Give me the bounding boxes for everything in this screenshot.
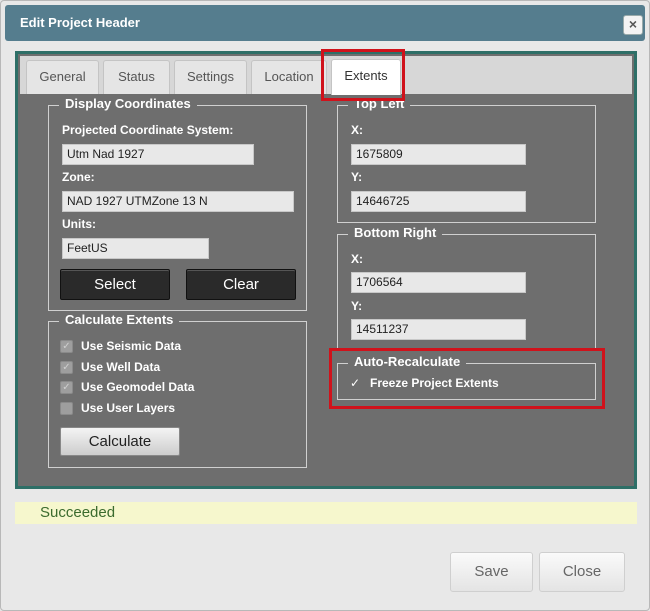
tab-panel: General Status Settings Location Extents… [15,51,637,489]
bottom-right-group: Bottom Right X: 1706564 Y: 14511237 [337,225,596,350]
top-left-y-field[interactable]: 14646725 [351,191,526,212]
use-seismic-data-checkbox[interactable]: ✓ [60,340,73,353]
use-geomodel-data-label: Use Geomodel Data [81,380,195,394]
zone-label: Zone: [62,170,95,184]
zone-field[interactable]: NAD 1927 UTMZone 13 N [62,191,294,212]
tab-location[interactable]: Location [251,60,327,94]
top-left-y-label: Y: [351,170,363,184]
bottom-right-y-label: Y: [351,299,363,313]
status-bar: Succeeded [15,502,637,524]
calculate-button[interactable]: Calculate [60,427,180,456]
use-geomodel-data-checkbox[interactable]: ✓ [60,381,73,394]
dialog-titlebar[interactable]: Edit Project Header × [5,5,645,41]
dialog-title: Edit Project Header [20,15,140,30]
bottom-right-x-label: X: [351,252,363,266]
bottom-right-y-field[interactable]: 14511237 [351,319,526,340]
close-icon[interactable]: × [623,15,643,35]
use-well-data-label: Use Well Data [81,360,161,374]
tab-general[interactable]: General [26,60,99,94]
tab-status[interactable]: Status [103,60,170,94]
display-coordinates-group: Display Coordinates Projected Coordinate… [48,96,307,311]
close-button[interactable]: Close [539,552,625,592]
calculate-extents-legend: Calculate Extents [59,312,180,327]
bottom-right-x-field[interactable]: 1706564 [351,272,526,293]
edit-project-header-dialog: Edit Project Header × General Status Set… [0,0,650,611]
clear-button[interactable]: Clear [186,269,296,300]
tab-settings[interactable]: Settings [174,60,247,94]
top-left-group: Top Left X: 1675809 Y: 14646725 [337,96,596,223]
units-field[interactable]: FeetUS [62,238,209,259]
display-coordinates-legend: Display Coordinates [59,96,197,111]
highlight-auto-recalculate [329,348,605,409]
units-label: Units: [62,217,96,231]
use-user-layers-checkbox[interactable] [60,402,73,415]
pcs-field[interactable]: Utm Nad 1927 [62,144,254,165]
select-button[interactable]: Select [60,269,170,300]
highlight-extents-tab [321,49,405,101]
save-button[interactable]: Save [450,552,533,592]
use-well-data-checkbox[interactable]: ✓ [60,361,73,374]
calculate-extents-group: Calculate Extents ✓ Use Seismic Data ✓ U… [48,312,307,468]
bottom-right-legend: Bottom Right [348,225,443,240]
use-seismic-data-label: Use Seismic Data [81,339,182,353]
pcs-label: Projected Coordinate System: [62,123,234,137]
use-user-layers-label: Use User Layers [81,401,176,415]
top-left-x-field[interactable]: 1675809 [351,144,526,165]
top-left-x-label: X: [351,123,363,137]
